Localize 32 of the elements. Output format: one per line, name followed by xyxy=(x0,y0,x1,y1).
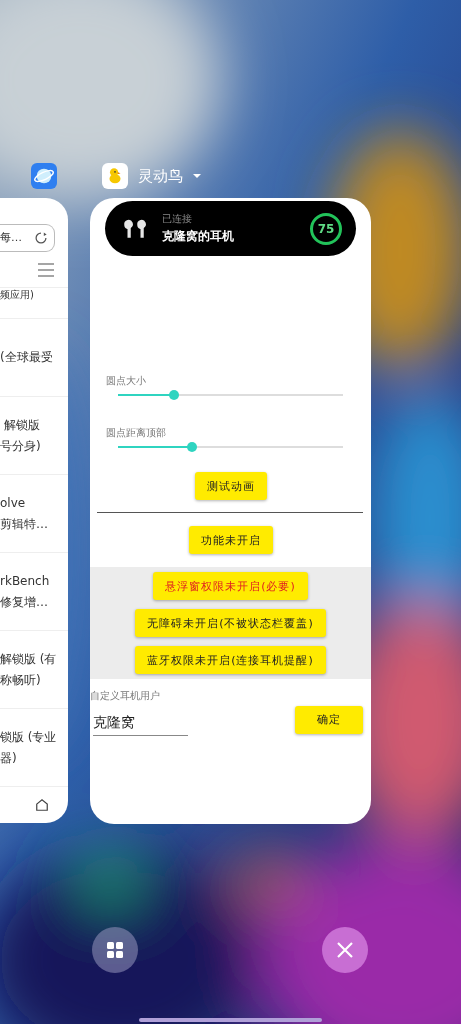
grid-button[interactable] xyxy=(92,927,138,973)
menu-icon[interactable] xyxy=(38,262,54,277)
app-card[interactable]: 每… 频应用) (全球最受 解锁版 号分身) olve 剪辑特… rkBench 修复增… 解锁版 (有 称畅听) 锁版 (专业 器) xyxy=(0,198,68,823)
permission-button[interactable]: 悬浮窗权限未开启(必要) xyxy=(153,572,308,600)
earbuds-icon xyxy=(121,217,147,240)
battery-ring: 75 xyxy=(310,212,342,245)
permission-button[interactable]: 无障碍未开启(不被状态栏覆盖) xyxy=(135,609,326,637)
confirm-button[interactable]: 确定 xyxy=(295,705,363,734)
app-card[interactable]: 已连接 克隆窝的耳机 75 圆点大小 圆点距离顶部 测试动画 功能未开启 悬浮窗权限未开启(必要) 无障碍未开启(不被状态栏覆盖) 蓝牙权限未开启(连接耳机提醒) 自定义耳机用户 克隆窝 确定 xyxy=(90,198,371,824)
permission-button[interactable]: 蓝牙权限未开启(连接耳机提醒) xyxy=(135,646,326,674)
close-icon xyxy=(337,942,353,958)
list-item[interactable]: rkBench 修复增… xyxy=(0,553,68,632)
home-icon[interactable] xyxy=(35,798,49,813)
feature-button[interactable]: 功能未开启 xyxy=(188,526,273,554)
field-label: 自定义耳机用户 xyxy=(90,689,161,703)
list-item[interactable]: olve 剪辑特… xyxy=(0,475,68,554)
refresh-icon[interactable] xyxy=(34,230,48,245)
browser-app-icon[interactable] xyxy=(31,163,57,189)
grid-icon xyxy=(107,942,123,958)
search-field[interactable]: 每… xyxy=(0,224,55,252)
caret-icon[interactable] xyxy=(193,174,201,178)
list-item[interactable]: 频应用) xyxy=(0,288,68,320)
slider-label: 圆点大小 xyxy=(105,374,147,388)
list-item[interactable]: 解锁版 号分身) xyxy=(0,397,68,476)
test-animation-button[interactable]: 测试动画 xyxy=(194,472,267,500)
list-item[interactable]: 解锁版 (有 称畅听) xyxy=(0,631,68,710)
device-name: 克隆窝的耳机 xyxy=(162,228,235,245)
status-text: 已连接 xyxy=(162,212,193,226)
list-item[interactable]: (全球最受 xyxy=(0,319,68,398)
list-item[interactable]: 锁版 (专业 器) xyxy=(0,709,68,788)
slider-label: 圆点距离顶部 xyxy=(105,426,167,440)
chick-app-icon[interactable] xyxy=(102,163,128,189)
